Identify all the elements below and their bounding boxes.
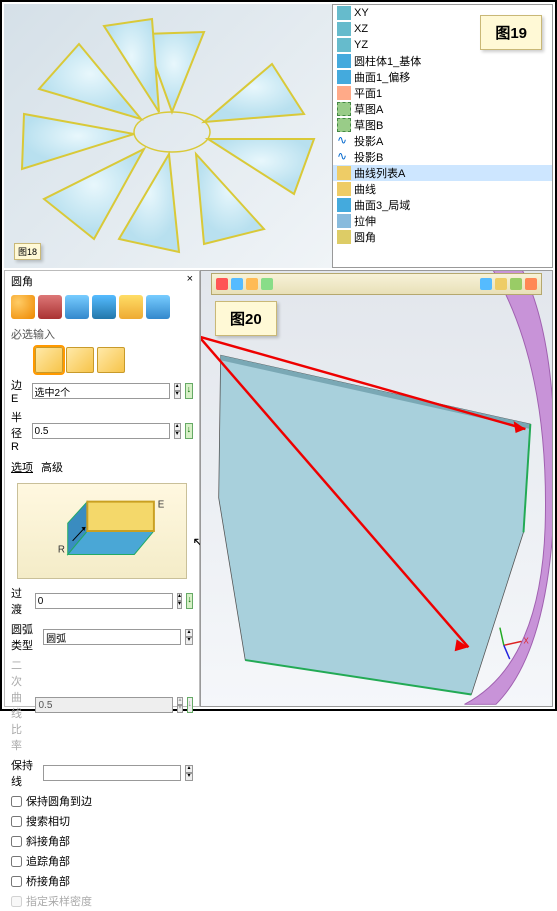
section-required: 必选输入 <box>5 323 199 345</box>
svg-text:E: E <box>158 500 165 511</box>
fillet-icon <box>337 230 351 244</box>
close-icon[interactable]: × <box>187 273 193 289</box>
surface-icon <box>337 198 351 212</box>
feature-tree[interactable]: XY XZ YZ 圆柱体1_基体 曲面1_偏移 平面1 草图A 草图B ∿投影A… <box>332 4 553 268</box>
overflow-spinner[interactable]: ▴▾ <box>177 593 183 609</box>
tree-item-label[interactable]: 圆柱体1_基体 <box>354 53 421 69</box>
keepline-spinner[interactable]: ▴▾ <box>185 765 193 781</box>
view-toolbar <box>211 273 542 295</box>
svg-text:X: X <box>523 636 529 645</box>
note-19: 图19 <box>480 15 542 50</box>
edge-spinner[interactable]: ▴▾ <box>174 383 181 399</box>
tree-item-label[interactable]: 平面1 <box>354 85 382 101</box>
edge-add-btn[interactable]: ↓ <box>185 383 193 399</box>
tree-item-label[interactable]: 曲面1_偏移 <box>354 69 410 85</box>
body-icon <box>337 70 351 84</box>
cmd-icon-3[interactable] <box>65 295 89 319</box>
chk-label: 追踪角部 <box>26 853 70 869</box>
fillet-type-3[interactable] <box>97 347 125 373</box>
tree-item-label[interactable]: XY <box>354 7 369 19</box>
fillet-type-2[interactable] <box>66 347 94 373</box>
extrude-icon <box>337 214 351 228</box>
cmd-icon-6[interactable] <box>146 295 170 319</box>
note-20: 图20 <box>215 301 277 336</box>
fillet-preview: E R ↖ <box>17 483 187 579</box>
keepline-label: 保持线 <box>11 757 39 789</box>
arctype-label: 圆弧类型 <box>11 621 39 653</box>
panel-title: 圆角 <box>11 273 33 289</box>
tree-item-label[interactable]: 草图B <box>354 117 383 133</box>
overflow-label: 过渡 <box>11 585 31 617</box>
chk-label: 搜索相切 <box>26 813 70 829</box>
vt-icon[interactable] <box>495 278 507 290</box>
vt-icon[interactable] <box>261 278 273 290</box>
fillet-type-1[interactable] <box>35 347 63 373</box>
blade-3d-viewport[interactable]: X 图20 <box>200 270 553 707</box>
plane-icon <box>337 22 351 36</box>
tree-item-label[interactable]: 草图A <box>354 101 383 117</box>
tab-advanced[interactable]: 高级 <box>41 459 63 475</box>
radius-add-btn[interactable]: ↓ <box>185 423 193 439</box>
tree-item-label[interactable]: YZ <box>354 39 368 51</box>
projection-icon: ∿ <box>337 134 351 148</box>
arctype-input[interactable] <box>43 629 181 645</box>
edge-input[interactable] <box>32 383 170 399</box>
chk-label: 保持圆角到边 <box>26 793 92 809</box>
cmd-icon-1[interactable] <box>11 295 35 319</box>
tree-item-label[interactable]: 圆角 <box>354 229 376 245</box>
tree-item-label[interactable]: 曲线 <box>354 181 376 197</box>
cmd-icon-2[interactable] <box>38 295 62 319</box>
chk-search-tangent[interactable] <box>11 816 22 827</box>
body-icon <box>337 54 351 68</box>
arctype-spinner[interactable]: ▴▾ <box>185 629 193 645</box>
tree-item-label[interactable]: 投影B <box>354 149 383 165</box>
cmd-icon-5[interactable] <box>119 295 143 319</box>
sketch-icon <box>337 102 351 116</box>
command-icons <box>5 291 199 323</box>
plane-icon <box>337 86 351 100</box>
keepline-input[interactable] <box>43 765 181 781</box>
chk-label: 指定采样密度 <box>26 893 92 909</box>
radius-label: 半径R <box>11 409 28 453</box>
chk-sample-density <box>11 896 22 907</box>
sketch-icon <box>337 118 351 132</box>
plane-icon <box>337 38 351 52</box>
vt-icon[interactable] <box>525 278 537 290</box>
vt-icon[interactable] <box>246 278 258 290</box>
vt-icon[interactable] <box>231 278 243 290</box>
fillet-property-panel: 圆角 × 必选输入 边E ▴▾ ↓ 半径R ▴▾ ↓ <box>4 270 200 707</box>
tab-options[interactable]: 选项 <box>11 459 33 475</box>
chk-label: 桥接角部 <box>26 873 70 889</box>
tree-item-label[interactable]: 投影A <box>354 133 383 149</box>
chk-miter-corner[interactable] <box>11 836 22 847</box>
overflow-input[interactable] <box>35 593 173 609</box>
tree-item-label[interactable]: 曲线列表A <box>354 165 405 181</box>
chk-trace-corner[interactable] <box>11 856 22 867</box>
radius-input[interactable] <box>32 423 170 439</box>
overflow-add-btn[interactable]: ↓ <box>186 593 193 609</box>
plane-icon <box>337 6 351 20</box>
tree-item-label[interactable]: 曲面3_局域 <box>354 197 410 213</box>
fan-3d-viewport[interactable]: 图18 <box>4 4 332 268</box>
tree-item-label[interactable]: 拉伸 <box>354 213 376 229</box>
svg-text:R: R <box>58 545 65 556</box>
curve-icon <box>337 166 351 180</box>
curve-icon <box>337 182 351 196</box>
chk-bridge-corner[interactable] <box>11 876 22 887</box>
chk-label: 斜接角部 <box>26 833 70 849</box>
chk-keep-edge[interactable] <box>11 796 22 807</box>
conic-label: 二次曲线比率 <box>11 657 31 753</box>
tree-item-label[interactable]: XZ <box>354 23 368 35</box>
cmd-icon-4[interactable] <box>92 295 116 319</box>
edge-label: 边E <box>11 377 28 405</box>
projection-icon: ∿ <box>337 150 351 164</box>
vt-icon[interactable] <box>510 278 522 290</box>
vt-icon[interactable] <box>480 278 492 290</box>
radius-spinner[interactable]: ▴▾ <box>174 423 181 439</box>
vt-icon[interactable] <box>216 278 228 290</box>
note-18: 图18 <box>14 243 41 260</box>
